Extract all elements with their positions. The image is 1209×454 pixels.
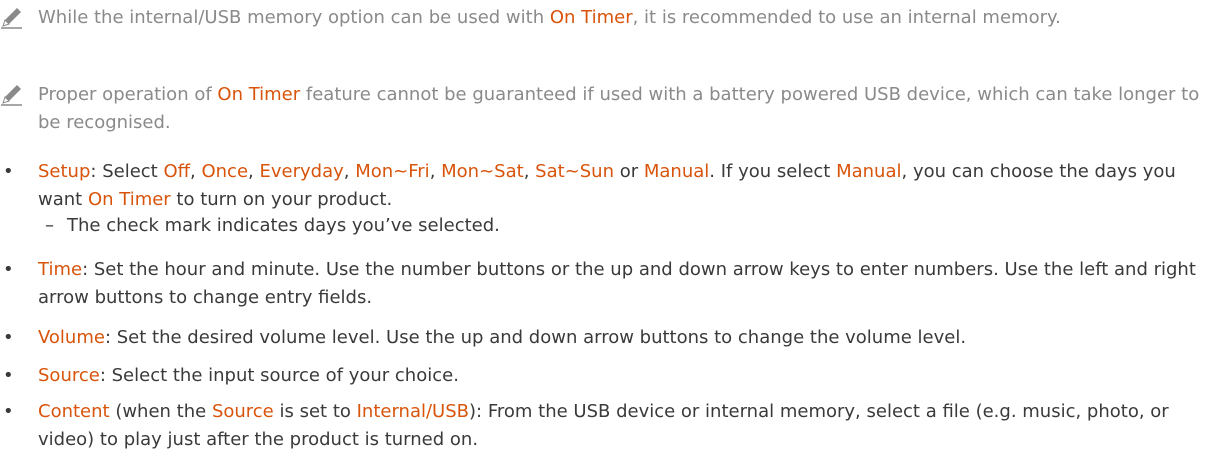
bullet-time: • Time: Set the hour and minute. Use the… <box>0 256 1200 312</box>
bullet-content: • Content (when the Source is set to Int… <box>0 398 1200 454</box>
bullet-setup: • Setup: Select Off, Once, Everyday, Mon… <box>0 158 1200 214</box>
note-text: Proper operation of On Timer feature can… <box>38 84 1200 133</box>
content-text: Content (when the Source is set to Inter… <box>38 401 1169 450</box>
setup-text: Setup: Select Off, Once, Everyday, Mon~F… <box>38 161 1176 210</box>
bullet-dot: • <box>3 401 14 422</box>
content-term: Content <box>38 401 110 422</box>
setup-term: Setup <box>38 161 91 182</box>
bullet-dot: • <box>3 327 14 348</box>
bullet-dot: • <box>3 259 14 280</box>
note-battery-usb: Proper operation of On Timer feature can… <box>0 81 1200 137</box>
time-term: Time <box>38 259 83 280</box>
dash-marker: – <box>45 215 54 236</box>
pencil-icon <box>1 85 22 106</box>
bullet-dot: • <box>3 161 14 182</box>
time-text: Time: Set the hour and minute. Use the n… <box>38 259 1196 308</box>
setup-sub-item: – The check mark indicates days you’ve s… <box>45 212 1145 240</box>
note-internal-memory: While the internal/USB memory option can… <box>0 4 1200 32</box>
bullet-source: • Source: Select the input source of you… <box>0 362 1200 390</box>
bullet-dot: • <box>3 365 14 386</box>
setup-sub-text: The check mark indicates days you’ve sel… <box>67 215 500 236</box>
on-timer-term: On Timer <box>549 7 633 28</box>
volume-text: Volume: Set the desired volume level. Us… <box>38 327 967 348</box>
on-timer-term: On Timer <box>217 84 301 105</box>
bullet-volume: • Volume: Set the desired volume level. … <box>0 324 1200 352</box>
volume-term: Volume <box>38 327 105 348</box>
source-text: Source: Select the input source of your … <box>38 365 459 386</box>
source-term: Source <box>38 365 100 386</box>
pencil-icon <box>1 8 22 29</box>
document-page: While the internal/USB memory option can… <box>0 0 1209 453</box>
note-text: While the internal/USB memory option can… <box>38 7 1061 28</box>
